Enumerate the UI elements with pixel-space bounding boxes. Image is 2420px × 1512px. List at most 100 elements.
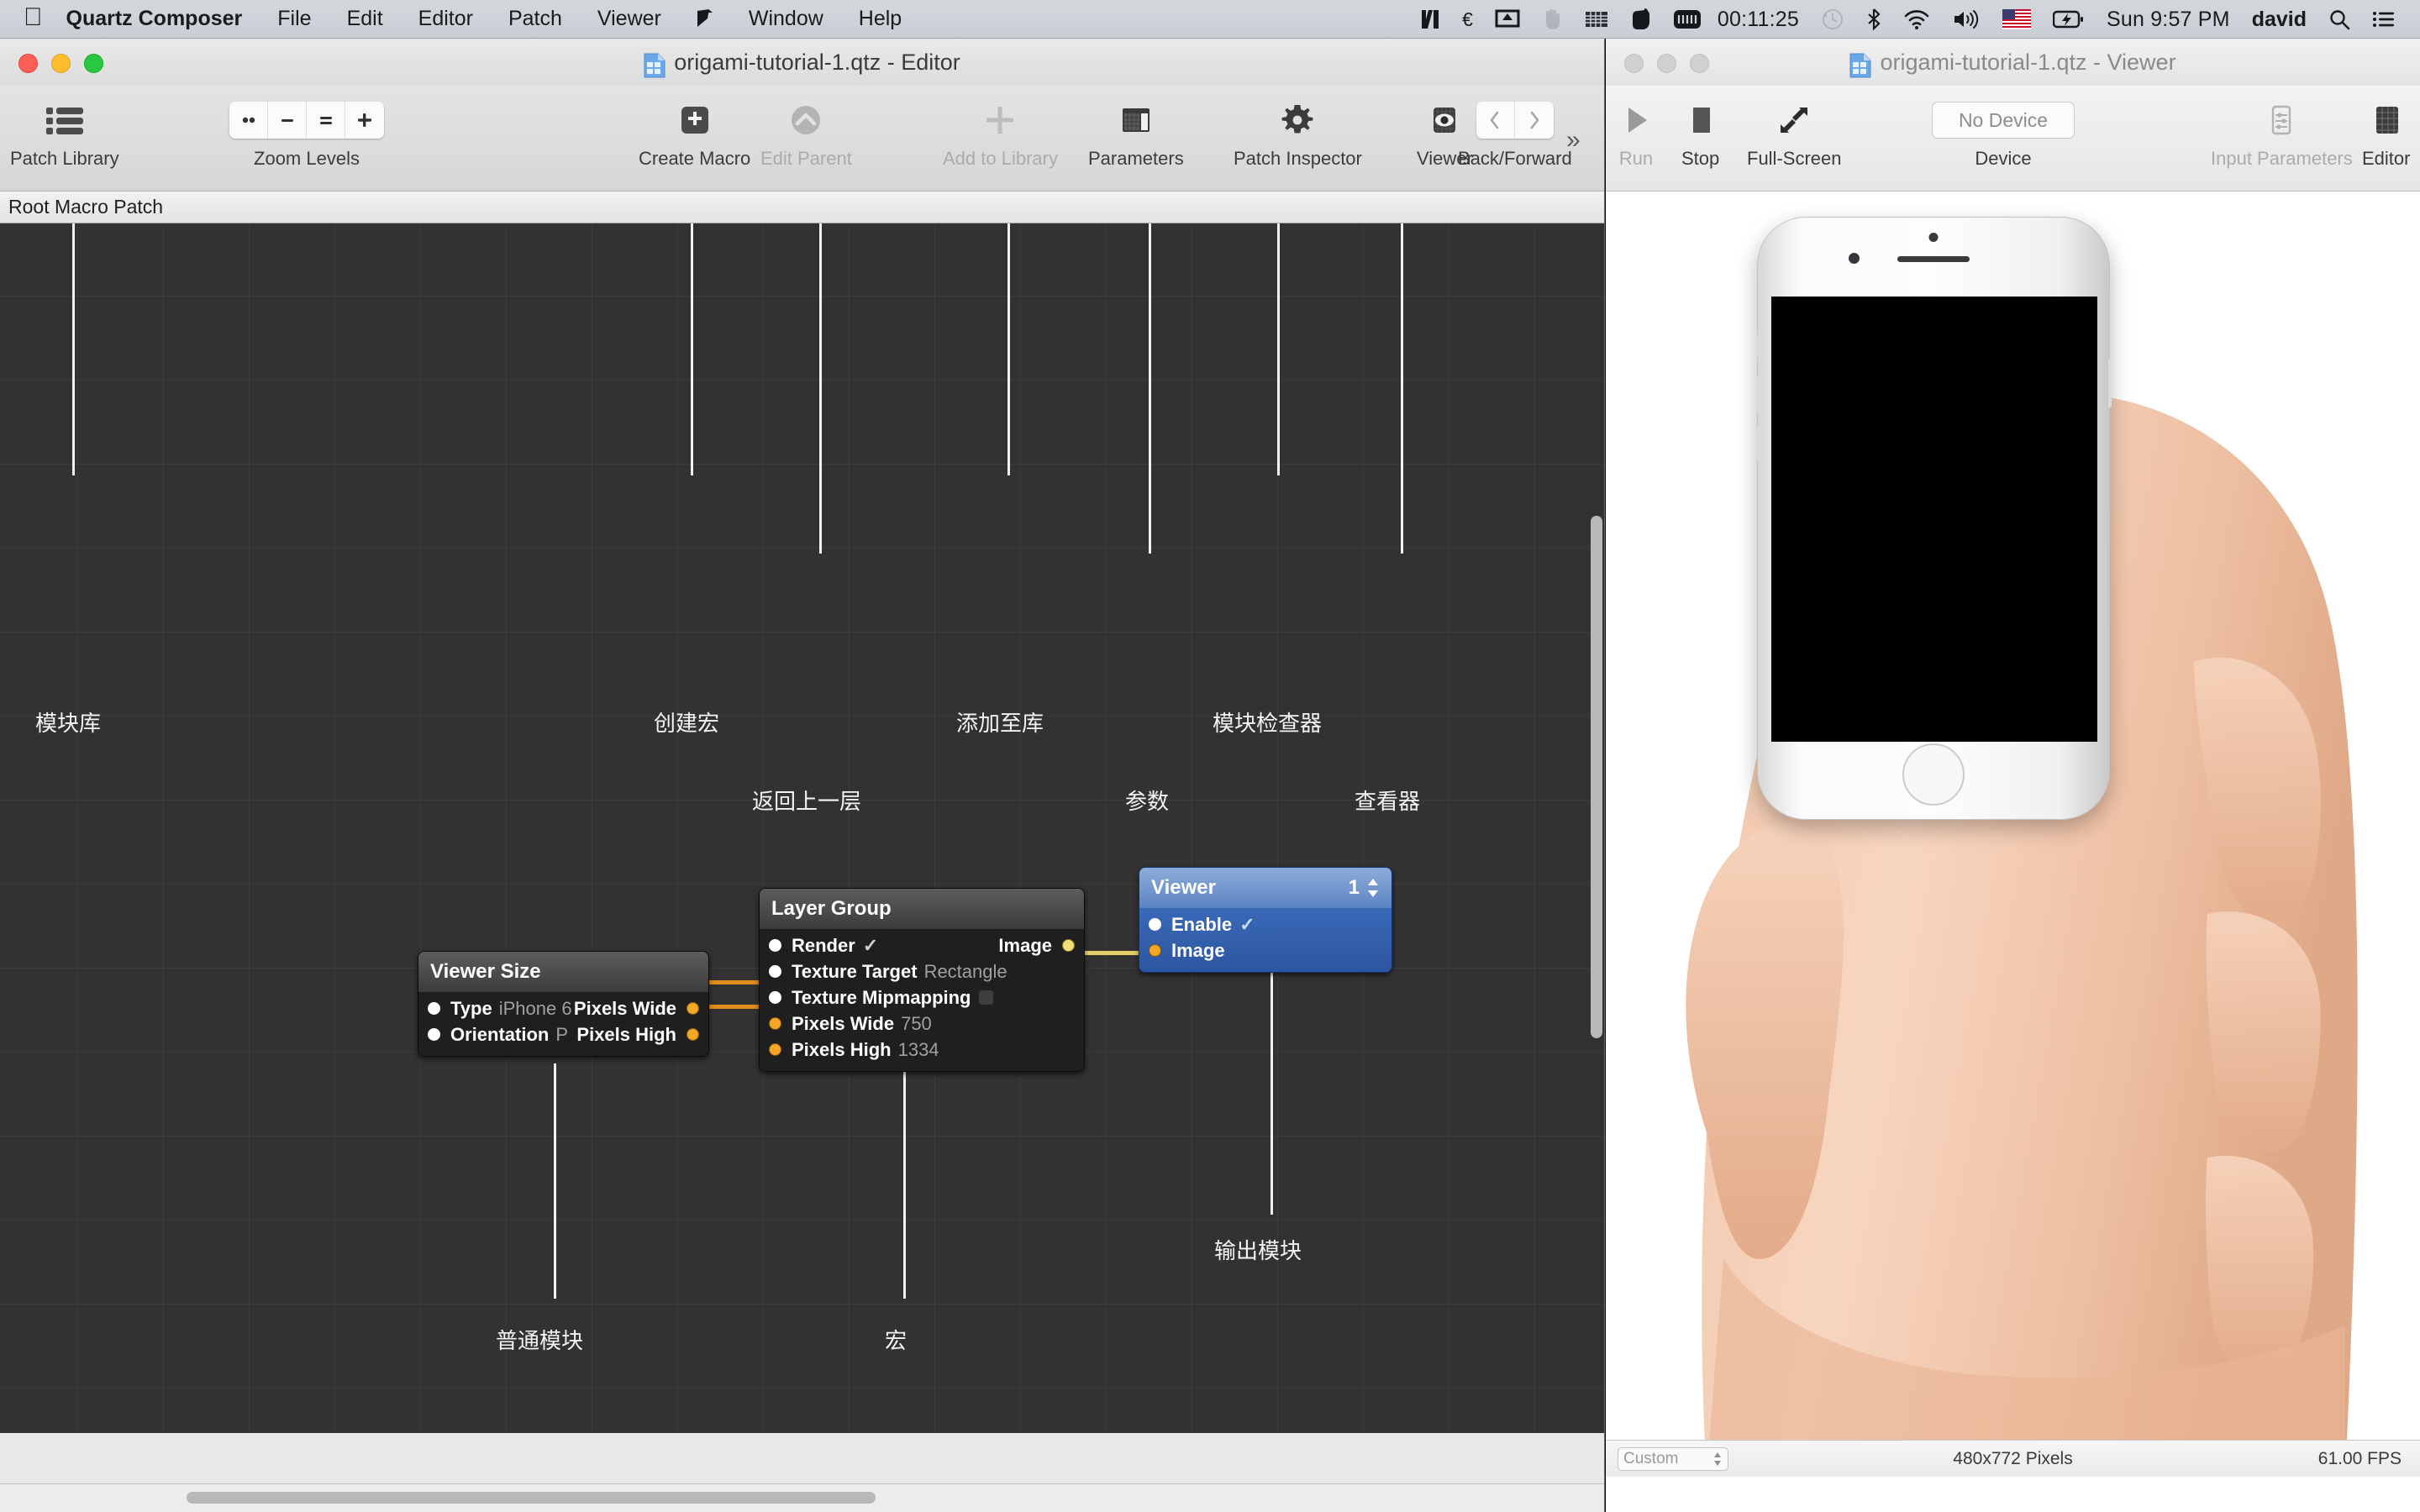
iphone-screen[interactable] (1771, 297, 2097, 742)
volume-icon[interactable] (1941, 0, 1991, 39)
input-port-texture-target[interactable] (769, 965, 781, 978)
patch-row-viewer-image[interactable]: Image (1139, 937, 1392, 963)
menu-item-help[interactable]: Help (841, 7, 919, 31)
mipmapping-checkbox-icon[interactable] (978, 990, 993, 1005)
patch-row-texture-target[interactable]: Texture Target Rectangle (760, 958, 1084, 984)
add-to-library-button[interactable]: Add to Library (943, 94, 1058, 170)
patch-row-orientation-label: Orientation (450, 1023, 550, 1045)
menu-bar-user-name[interactable]: david (2241, 0, 2317, 39)
patch-row-texture-mipmapping[interactable]: Texture Mipmapping (760, 984, 1084, 1011)
menu-bar-clock[interactable]: Sun 9:57 PM (2096, 0, 2241, 39)
zoom-actual-icon[interactable] (229, 102, 268, 139)
input-port-orientation[interactable] (428, 1028, 440, 1041)
viewer-close-button[interactable] (1624, 54, 1644, 73)
patch-canvas[interactable]: 模块库 创建宏 添加至库 模块检查器 返回上一层 参数 查看器 普通模块 宏 输… (0, 223, 1604, 1433)
toolbar-overflow-button[interactable]: » (1566, 126, 1581, 155)
currency-icon[interactable]: € (1451, 0, 1484, 39)
patch-viewer-size[interactable]: Viewer Size Type iPhone 6 Pixels Wide Or… (418, 951, 709, 1057)
patch-inspector-button[interactable]: Patch Inspector (1234, 94, 1362, 170)
menu-item-viewer[interactable]: Viewer (580, 7, 679, 31)
menu-item-window[interactable]: Window (731, 7, 841, 31)
zoom-fit-icon[interactable] (307, 102, 345, 139)
wifi-icon[interactable] (1892, 0, 1941, 39)
patch-library-button[interactable]: Patch Library (10, 94, 119, 170)
timer-icon[interactable] (1662, 0, 1712, 39)
us-flag-icon[interactable] (1991, 0, 2042, 39)
notification-center-icon[interactable] (2361, 0, 2407, 39)
create-macro-button[interactable]: Create Macro (639, 94, 750, 170)
patch-row-pixels-high[interactable]: Pixels High 1334 (760, 1037, 1084, 1063)
viewer-titlebar[interactable]: origami-tutorial-1.qtz - Viewer (1606, 39, 2420, 86)
iphone-home-button[interactable] (1902, 743, 1965, 806)
patch-row-render[interactable]: Render ✓ Image (760, 932, 1084, 958)
input-port-type[interactable] (428, 1002, 440, 1015)
menu-item-patch[interactable]: Patch (491, 7, 580, 31)
hand-icon[interactable] (1531, 0, 1573, 39)
parameters-button[interactable]: Parameters (1088, 94, 1184, 170)
run-button[interactable]: Run (1618, 94, 1655, 170)
fullscreen-button[interactable]: Full-Screen (1747, 94, 1841, 170)
viewer-zoom-button[interactable] (1690, 54, 1709, 73)
origami-app-icon[interactable] (679, 8, 731, 30)
output-port-image[interactable] (1062, 939, 1075, 952)
bluetooth-icon[interactable] (1855, 0, 1892, 39)
canvas-horizontal-scroll-thumb[interactable] (187, 1492, 876, 1504)
menu-item-app-name[interactable]: Quartz Composer (66, 7, 260, 31)
input-port-render[interactable] (769, 939, 781, 952)
input-port-pixels-wide[interactable] (769, 1017, 781, 1030)
editor-titlebar[interactable]: origami-tutorial-1.qtz - Editor (0, 39, 1604, 86)
zoom-in-icon[interactable] (345, 102, 384, 139)
battery-charging-icon[interactable] (2042, 0, 2096, 39)
stepper-icon[interactable] (1712, 1451, 1723, 1467)
minimize-button[interactable] (51, 54, 71, 73)
input-port-enable[interactable] (1149, 918, 1161, 931)
chevron-right-icon[interactable] (1515, 102, 1554, 139)
patch-row-type[interactable]: Type iPhone 6 Pixels Wide (418, 995, 708, 1021)
no-device-button[interactable]: No Device (1932, 102, 2075, 139)
editor-button[interactable]: Editor (2362, 94, 2410, 170)
edit-parent-button[interactable]: Edit Parent (760, 94, 852, 170)
back-forward-segmented-control[interactable] (1476, 102, 1554, 139)
search-icon[interactable] (2317, 0, 2361, 39)
grid-icon[interactable] (1573, 0, 1620, 39)
menu-item-editor[interactable]: Editor (401, 7, 491, 31)
input-port-viewer-image[interactable] (1149, 944, 1161, 957)
patch-row-orientation[interactable]: Orientation P Pixels High (418, 1021, 708, 1047)
zoom-button[interactable] (84, 54, 103, 73)
stepper-icon[interactable] (1366, 877, 1380, 899)
mac-menu-bar:  Quartz Composer File Edit Editor Patch… (0, 0, 2420, 39)
render-checkbox-icon[interactable]: ✓ (863, 935, 878, 957)
adobe-cc-icon[interactable] (1409, 0, 1451, 39)
enable-checkbox-icon[interactable]: ✓ (1239, 914, 1255, 936)
input-port-texture-mipmapping[interactable] (769, 991, 781, 1004)
iphone-volume-down-button (1755, 426, 1759, 461)
size-preset-dropdown[interactable]: Custom (1618, 1446, 1728, 1471)
patch-row-enable[interactable]: Enable ✓ (1139, 911, 1392, 937)
zoom-out-icon[interactable] (268, 102, 307, 139)
output-port-pixels-wide[interactable] (687, 1002, 699, 1015)
airplay-icon[interactable] (1484, 0, 1531, 39)
canvas-horizontal-scrollbar[interactable] (0, 1483, 1604, 1512)
menu-item-file[interactable]: File (260, 7, 329, 31)
time-machine-icon[interactable] (1810, 0, 1855, 39)
zoom-segmented-control[interactable] (229, 102, 384, 139)
input-port-pixels-high[interactable] (769, 1043, 781, 1056)
close-button[interactable] (18, 54, 38, 73)
apple-logo-icon[interactable]:  (24, 4, 43, 30)
viewer-stage[interactable]: Custom 480x772 Pixels 61.00 FPS (1606, 192, 2420, 1477)
patch-viewer[interactable]: Viewer 1 Enable ✓ Image (1139, 867, 1392, 973)
canvas-vertical-scrollbar[interactable] (1591, 516, 1602, 1038)
breadcrumb[interactable]: Root Macro Patch (0, 192, 1604, 223)
evernote-icon[interactable] (1620, 0, 1662, 39)
chevron-left-icon[interactable] (1476, 102, 1515, 139)
patch-layer-group[interactable]: Layer Group Render ✓ Image Texture Targe… (759, 888, 1085, 1072)
chevron-up-circle-icon (786, 94, 826, 146)
patch-row-pixels-wide[interactable]: Pixels Wide 750 (760, 1011, 1084, 1037)
stop-button[interactable]: Stop (1681, 94, 1719, 170)
editor-toolbar: Patch Library Zoom Levels Create Macro E… (0, 86, 1604, 192)
run-label: Run (1618, 148, 1654, 169)
output-port-pixels-high[interactable] (687, 1028, 699, 1041)
input-parameters-button[interactable]: Input Parameters (2211, 94, 2353, 170)
menu-item-edit[interactable]: Edit (329, 7, 401, 31)
viewer-minimize-button[interactable] (1657, 54, 1676, 73)
